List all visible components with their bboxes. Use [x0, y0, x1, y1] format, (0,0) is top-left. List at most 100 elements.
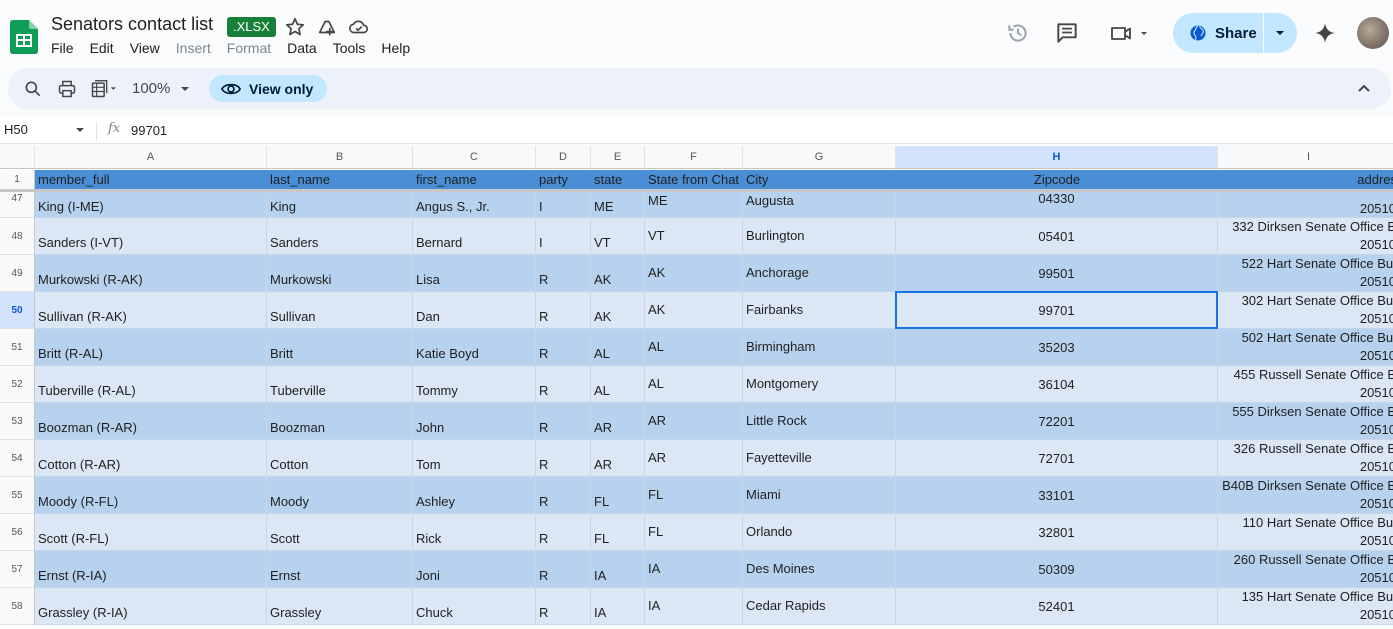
zoom-dropdown-icon[interactable] [178, 82, 192, 96]
cell-b48[interactable]: Sanders [267, 218, 413, 255]
cell-g53[interactable]: Little Rock [743, 403, 896, 440]
cell-i52[interactable]: 455 Russell Senate Office B 20510 [1218, 366, 1393, 403]
cell-e48[interactable]: VT [591, 218, 645, 255]
comment-icon[interactable] [1054, 20, 1080, 46]
cell-d48[interactable]: I [536, 218, 591, 255]
cloud-status-icon[interactable] [348, 16, 370, 38]
cell-i58[interactable]: 135 Hart Senate Office Bui 20510 [1218, 588, 1393, 625]
sheets-logo-icon[interactable] [10, 20, 38, 54]
column-header-b[interactable]: B [267, 146, 413, 169]
cell-c50[interactable]: Dan [413, 292, 536, 329]
cell-a49[interactable]: Murkowski (R-AK) [35, 255, 267, 292]
cell-g58[interactable]: Cedar Rapids [743, 588, 896, 625]
cell-e55[interactable]: FL [591, 477, 645, 514]
search-icon[interactable] [23, 79, 43, 99]
header-cell-c[interactable]: first_name [413, 170, 536, 190]
paint-format-icon[interactable] [88, 79, 122, 99]
cell-b57[interactable]: Ernst [267, 551, 413, 588]
row-header-56[interactable]: 56 [0, 514, 35, 551]
cell-b53[interactable]: Boozman [267, 403, 413, 440]
row-header-52[interactable]: 52 [0, 366, 35, 403]
cell-b51[interactable]: Britt [267, 329, 413, 366]
menu-data[interactable]: Data [287, 40, 317, 56]
cell-h49[interactable]: 99501 [896, 255, 1218, 292]
cell-a57[interactable]: Ernst (R-IA) [35, 551, 267, 588]
row-header-51[interactable]: 51 [0, 329, 35, 366]
cell-i54[interactable]: 326 Russell Senate Office B 20510 [1218, 440, 1393, 477]
move-to-drive-icon[interactable] [316, 16, 338, 38]
cell-e49[interactable]: AK [591, 255, 645, 292]
cell-c47[interactable]: Angus S., Jr. [413, 192, 536, 218]
cell-c52[interactable]: Tommy [413, 366, 536, 403]
cell-h52[interactable]: 36104 [896, 366, 1218, 403]
cell-c53[interactable]: John [413, 403, 536, 440]
cell-e47[interactable]: ME [591, 192, 645, 218]
column-header-h[interactable]: H [896, 146, 1218, 169]
row-header-47[interactable]: 47 [0, 192, 35, 218]
cell-h53[interactable]: 72201 [896, 403, 1218, 440]
cell-a53[interactable]: Boozman (R-AR) [35, 403, 267, 440]
share-main-button[interactable]: Share [1173, 13, 1263, 53]
cell-i56[interactable]: 110 Hart Senate Office Bui 20510 [1218, 514, 1393, 551]
cell-c56[interactable]: Rick [413, 514, 536, 551]
cell-a52[interactable]: Tuberville (R-AL) [35, 366, 267, 403]
column-header-f[interactable]: F [645, 146, 743, 169]
cell-c55[interactable]: Ashley [413, 477, 536, 514]
menu-tools[interactable]: Tools [333, 40, 366, 56]
cell-h55[interactable]: 33101 [896, 477, 1218, 514]
menu-view[interactable]: View [130, 40, 160, 56]
cell-i57[interactable]: 260 Russell Senate Office B 20510 [1218, 551, 1393, 588]
row-header-53[interactable]: 53 [0, 403, 35, 440]
cell-f52[interactable]: AL [645, 366, 743, 403]
name-box[interactable]: H50 [4, 122, 84, 137]
row-header-58[interactable]: 58 [0, 588, 35, 625]
cell-g50[interactable]: Fairbanks [743, 292, 896, 329]
cell-e58[interactable]: IA [591, 588, 645, 625]
cell-a47[interactable]: King (I-ME) [35, 192, 267, 218]
cell-b47[interactable]: King [267, 192, 413, 218]
cell-e56[interactable]: FL [591, 514, 645, 551]
cell-i48[interactable]: 332 Dirksen Senate Office B 20510 [1218, 218, 1393, 255]
cell-g57[interactable]: Des Moines [743, 551, 896, 588]
cell-g52[interactable]: Montgomery [743, 366, 896, 403]
cell-b52[interactable]: Tuberville [267, 366, 413, 403]
cell-b54[interactable]: Cotton [267, 440, 413, 477]
cell-c48[interactable]: Bernard [413, 218, 536, 255]
cell-e51[interactable]: AL [591, 329, 645, 366]
row-header-50[interactable]: 50 [0, 292, 35, 329]
cell-i55[interactable]: B40B Dirksen Senate Office B 20510 [1218, 477, 1393, 514]
share-button[interactable]: Share [1173, 13, 1297, 53]
column-header-i[interactable]: I [1218, 146, 1393, 169]
cell-e52[interactable]: AL [591, 366, 645, 403]
cell-h57[interactable]: 50309 [896, 551, 1218, 588]
cell-e54[interactable]: AR [591, 440, 645, 477]
cell-h56[interactable]: 32801 [896, 514, 1218, 551]
cell-f50[interactable]: AK [645, 292, 743, 329]
cell-i47[interactable]: 20510 [1218, 192, 1393, 218]
column-header-d[interactable]: D [536, 146, 591, 169]
cell-d50[interactable]: R [536, 292, 591, 329]
chevron-up-icon[interactable] [1356, 80, 1372, 96]
cell-g51[interactable]: Birmingham [743, 329, 896, 366]
cell-h48[interactable]: 05401 [896, 218, 1218, 255]
cell-h51[interactable]: 35203 [896, 329, 1218, 366]
cell-d47[interactable]: I [536, 192, 591, 218]
header-cell-f[interactable]: State from Chat [645, 170, 743, 190]
cell-c54[interactable]: Tom [413, 440, 536, 477]
cell-f49[interactable]: AK [645, 255, 743, 292]
menu-edit[interactable]: Edit [90, 40, 114, 56]
cell-h47[interactable]: 04330 [896, 192, 1218, 218]
share-dropdown-icon[interactable] [1273, 26, 1287, 40]
cell-f56[interactable]: FL [645, 514, 743, 551]
meet-icon[interactable] [1108, 20, 1152, 46]
cell-g47[interactable]: Augusta [743, 192, 896, 218]
menu-file[interactable]: File [51, 40, 74, 56]
cell-b49[interactable]: Murkowski [267, 255, 413, 292]
cell-e50[interactable]: AK [591, 292, 645, 329]
header-cell-a[interactable]: member_full [35, 170, 267, 190]
cell-f58[interactable]: IA [645, 588, 743, 625]
header-cell-b[interactable]: last_name [267, 170, 413, 190]
avatar[interactable] [1357, 17, 1389, 49]
cell-a58[interactable]: Grassley (R-IA) [35, 588, 267, 625]
cell-g49[interactable]: Anchorage [743, 255, 896, 292]
